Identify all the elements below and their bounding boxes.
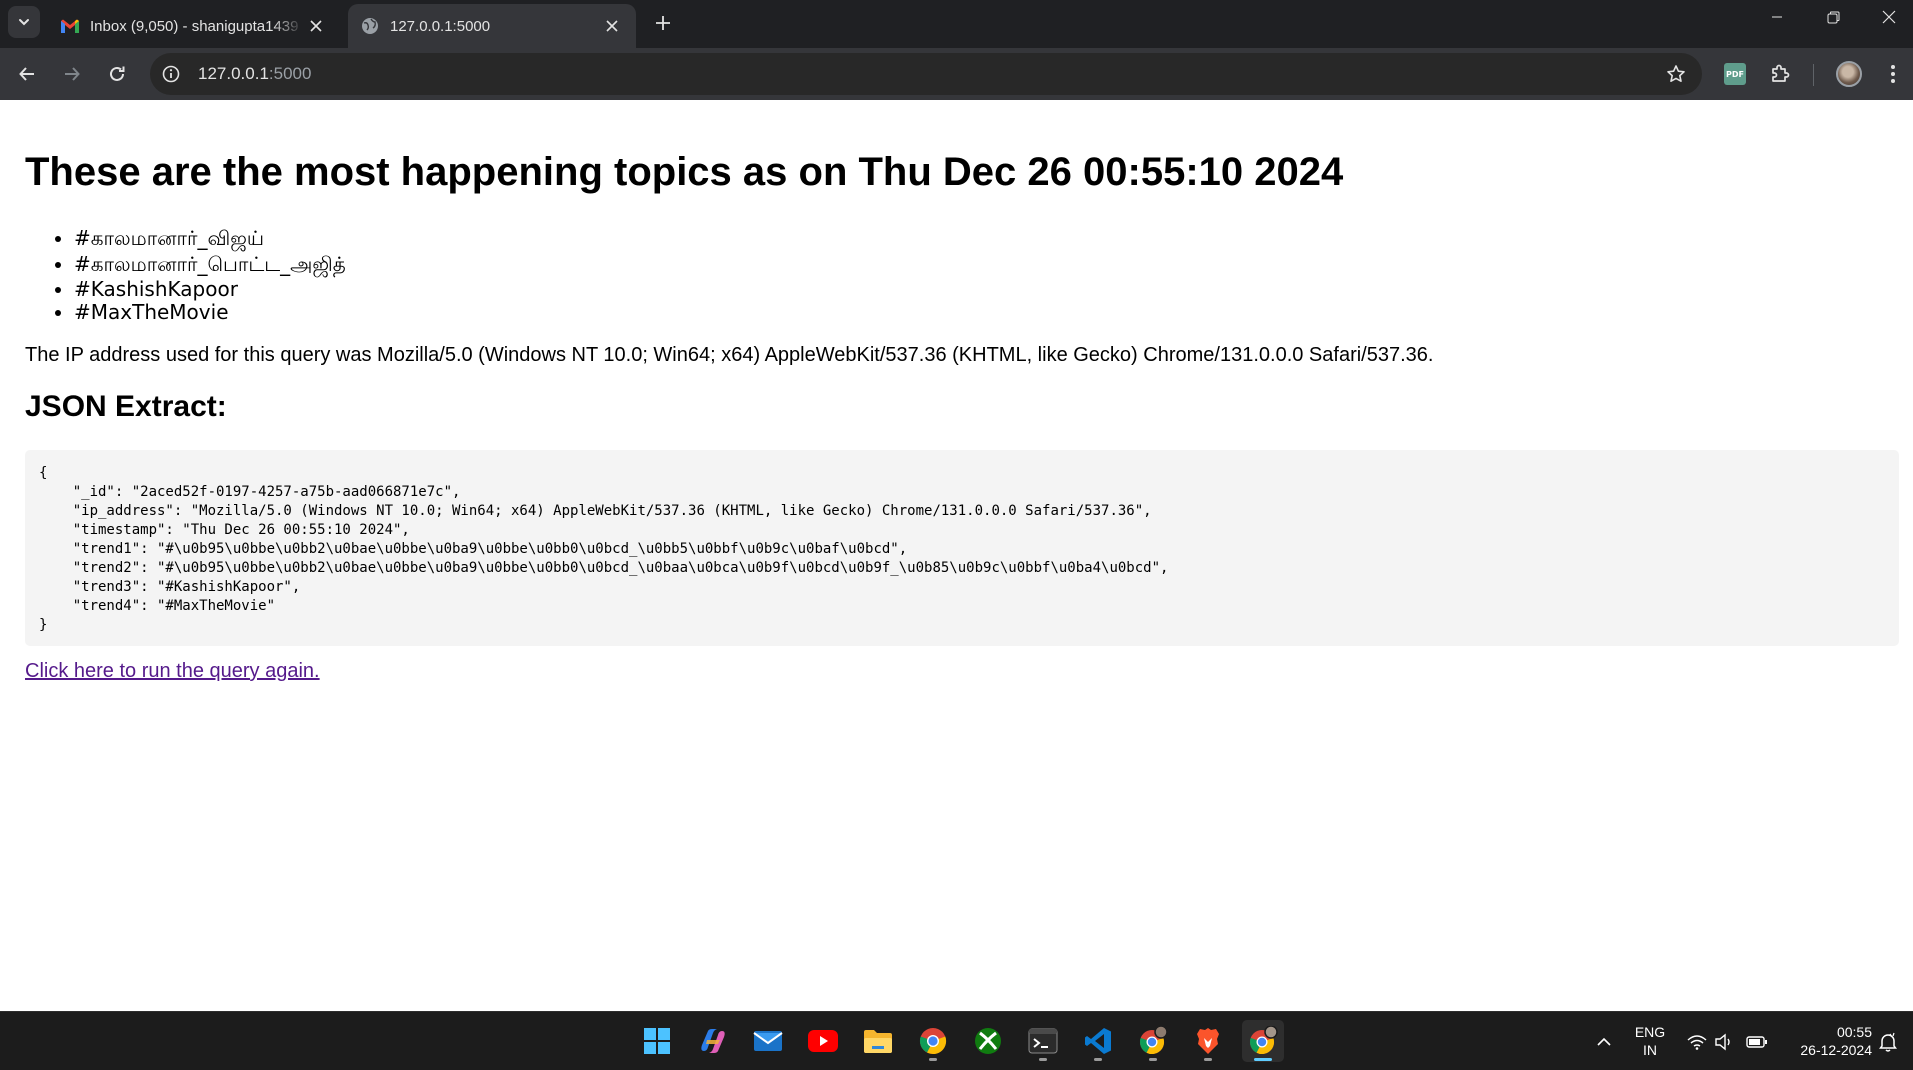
language-region: IN xyxy=(1643,1042,1657,1058)
avatar xyxy=(1836,61,1862,87)
close-window-button[interactable] xyxy=(1861,0,1913,34)
new-tab-button[interactable] xyxy=(650,10,676,36)
ip-address-sentence: The IP address used for this query was M… xyxy=(25,344,1434,366)
arrow-left-icon xyxy=(19,67,34,81)
taskbar-clock[interactable]: 00:55 26-12-2024 xyxy=(1782,1023,1872,1059)
gmail-icon xyxy=(60,16,80,36)
back-button[interactable] xyxy=(11,58,43,90)
file-explorer-icon[interactable] xyxy=(857,1020,899,1062)
bookmark-star-icon[interactable] xyxy=(1664,62,1688,86)
json-extract-heading: JSON Extract: xyxy=(25,390,227,423)
rerun-query-link[interactable]: Click here to run the query again. xyxy=(25,660,320,683)
json-code-text: { "_id": "2aced52f-0197-4257-a75b-aad066… xyxy=(39,465,1169,633)
chevron-up-icon[interactable] xyxy=(1592,1030,1616,1054)
plus-icon xyxy=(656,16,670,30)
tab-gmail[interactable]: Inbox (9,050) - shanigupta1439 xyxy=(48,4,340,48)
chevron-down-icon xyxy=(19,19,29,26)
chrome-profile-active-icon[interactable] xyxy=(1242,1020,1284,1062)
mail-icon[interactable] xyxy=(747,1020,789,1062)
vscode-icon[interactable] xyxy=(1077,1020,1119,1062)
browser-menu-button[interactable] xyxy=(1878,59,1908,89)
reload-icon xyxy=(110,66,125,81)
copilot-icon[interactable] xyxy=(692,1020,734,1062)
trends-list: #காலமானார்_விஜய் #காலமானார்_பொட்ட_அஜித் … xyxy=(74,226,346,324)
forward-button[interactable] xyxy=(56,58,88,90)
tab-title: Inbox (9,050) - shanigupta1439 xyxy=(90,17,299,35)
tab-title: 127.0.0.1:5000 xyxy=(390,17,491,35)
language-indicator[interactable]: ENG IN xyxy=(1630,1023,1670,1059)
volume-icon[interactable] xyxy=(1712,1030,1736,1054)
arrow-right-icon xyxy=(65,67,80,81)
windows-start-icon[interactable] xyxy=(636,1020,678,1062)
language-code: ENG xyxy=(1634,1024,1666,1040)
battery-icon[interactable] xyxy=(1745,1030,1769,1054)
restore-button[interactable] xyxy=(1805,0,1861,34)
wifi-icon[interactable] xyxy=(1685,1030,1709,1054)
address-bar[interactable]: 127.0.0.1:5000 xyxy=(150,53,1702,95)
profile-avatar[interactable] xyxy=(1834,59,1864,89)
json-code-block: { "_id": "2aced52f-0197-4257-a75b-aad066… xyxy=(25,450,1899,646)
trend-item: #KashishKapoor xyxy=(74,278,346,300)
close-icon[interactable] xyxy=(304,14,328,38)
clock-time: 00:55 xyxy=(1836,1024,1872,1040)
tab-search-button[interactable] xyxy=(8,6,40,38)
brave-icon[interactable] xyxy=(1187,1020,1229,1062)
kebab-menu-icon xyxy=(1891,65,1895,83)
xbox-icon[interactable] xyxy=(967,1020,1009,1062)
trend-item: #காலமானார்_விஜய் xyxy=(74,226,346,251)
browser-tab-strip: Inbox (9,050) - shanigupta1439 127.0.0.1… xyxy=(0,0,1913,48)
terminal-icon[interactable] xyxy=(1022,1020,1064,1062)
youtube-icon[interactable] xyxy=(802,1020,844,1062)
address-port: :5000 xyxy=(268,64,312,83)
address-text[interactable]: 127.0.0.1:5000 xyxy=(198,63,311,85)
chrome-profile-icon[interactable] xyxy=(1132,1020,1174,1062)
clock-date: 26-12-2024 xyxy=(1800,1042,1872,1058)
address-host: 127.0.0.1 xyxy=(198,64,269,83)
extensions-puzzle-icon[interactable] xyxy=(1765,59,1795,89)
close-icon[interactable] xyxy=(600,14,624,38)
site-info-icon[interactable] xyxy=(160,63,182,85)
page-title: These are the most happening topics as o… xyxy=(25,150,1344,194)
globe-icon xyxy=(360,16,380,36)
toolbar-divider xyxy=(1813,64,1814,86)
trend-item: #காலமானார்_பொட்ட_அஜித் xyxy=(74,252,346,277)
windows-taskbar: ENG IN 00:55 26-12-2024 xyxy=(0,1011,1913,1070)
notification-bell-icon[interactable] xyxy=(1876,1030,1900,1054)
close-icon xyxy=(1882,10,1896,24)
browser-toolbar: 127.0.0.1:5000 PDF xyxy=(0,48,1913,100)
pdf-extension-icon[interactable]: PDF xyxy=(1720,59,1750,89)
chrome-icon[interactable] xyxy=(912,1020,954,1062)
tab-localhost[interactable]: 127.0.0.1:5000 xyxy=(348,4,636,48)
minimize-icon xyxy=(1772,16,1782,18)
restore-icon xyxy=(1827,11,1839,23)
reload-button[interactable] xyxy=(101,58,133,90)
page-content: These are the most happening topics as o… xyxy=(0,100,1913,1011)
minimize-button[interactable] xyxy=(1749,0,1805,34)
trend-item: #MaxTheMovie xyxy=(74,301,346,323)
